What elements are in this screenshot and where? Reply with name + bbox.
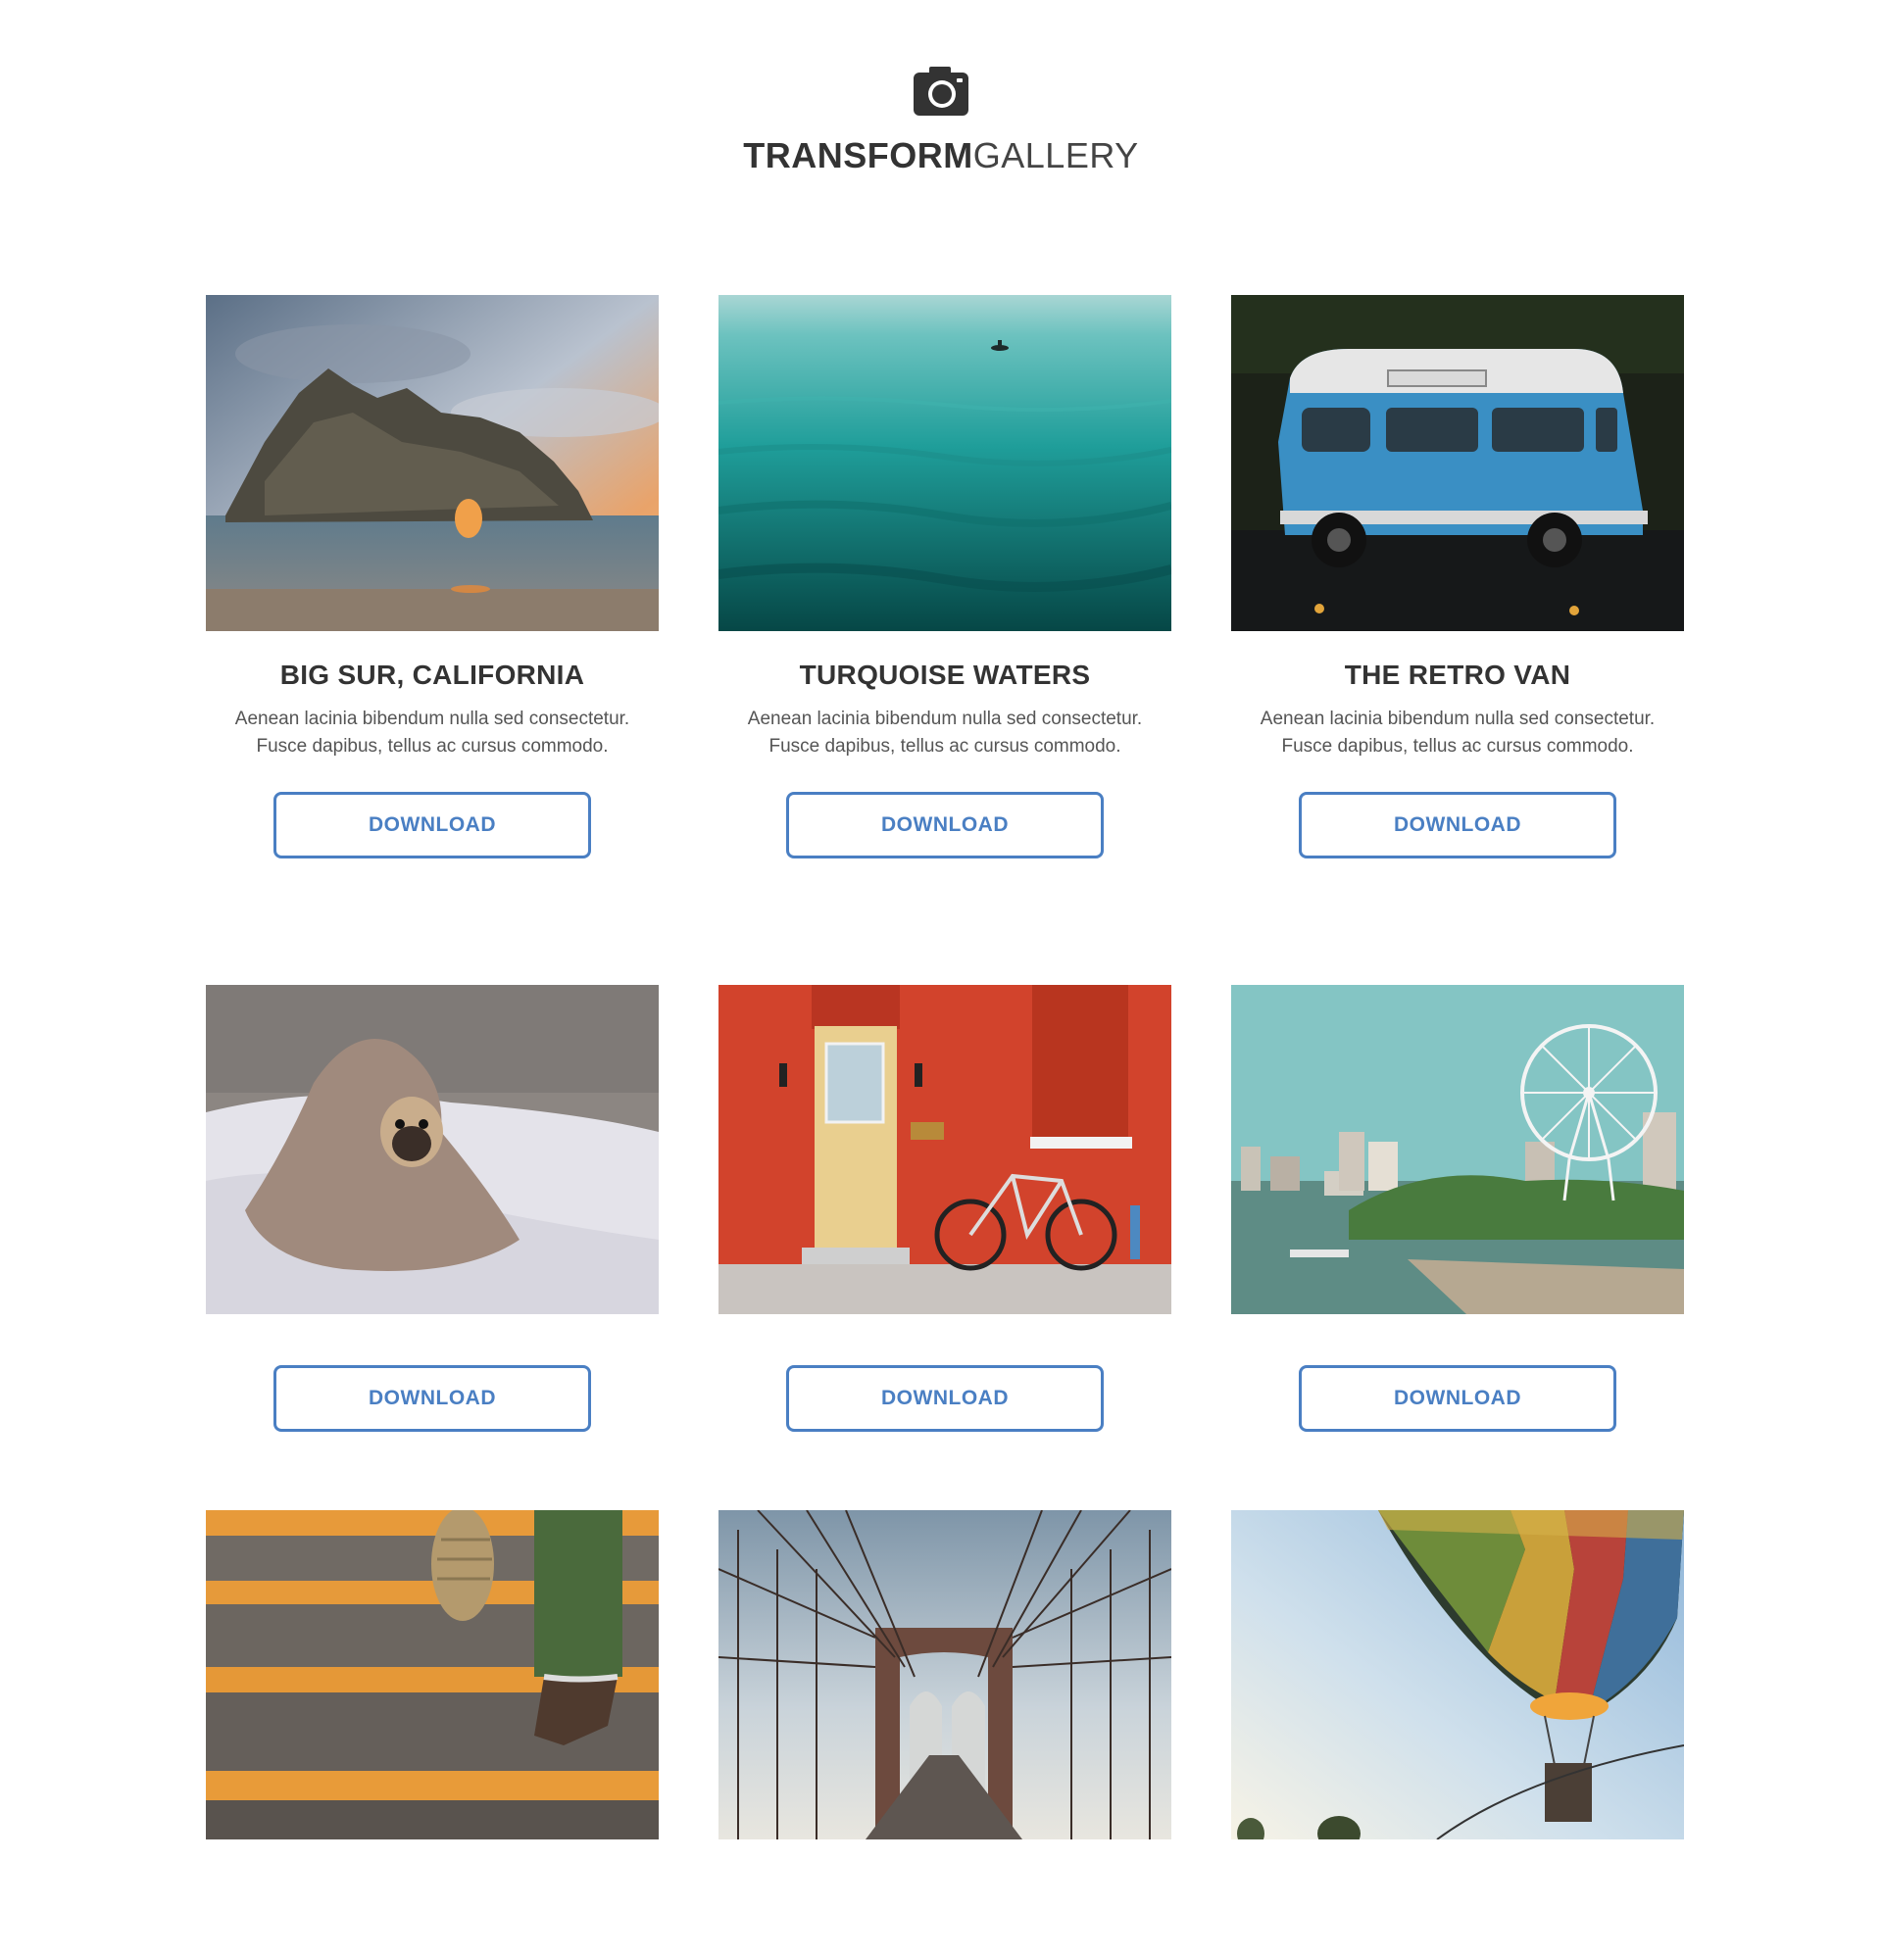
- photo-red-wall-bicycle: [718, 985, 1171, 1321]
- gallery-card: DOWNLOAD: [206, 985, 659, 1432]
- download-button[interactable]: DOWNLOAD: [786, 792, 1104, 858]
- site-header: TRANSFORMGALLERY: [0, 63, 1882, 178]
- card-description: Aenean lacinia bibendum nulla sed consec…: [1260, 709, 1656, 757]
- site-logo-text[interactable]: TRANSFORMGALLERY: [0, 133, 1882, 178]
- card-title: BIG SUR, CALIFORNIA: [279, 660, 585, 690]
- gallery-card: [718, 1510, 1171, 1846]
- gallery-card: DOWNLOAD: [718, 985, 1171, 1432]
- gallery-card: TURQUOISE WATERS Aenean lacinia bibendum…: [718, 295, 1171, 858]
- gallery-card: DOWNLOAD: [1231, 985, 1684, 1432]
- photo-hot-air-balloon: [1231, 1510, 1684, 1846]
- card-description: Aenean lacinia bibendum nulla sed consec…: [234, 709, 630, 757]
- photo-city-ferris-wheel: [1231, 985, 1684, 1321]
- gallery-card: [206, 1510, 659, 1846]
- gallery-card: THE RETRO VAN Aenean lacinia bibendum nu…: [1231, 295, 1684, 858]
- photo-stairs-sneakers: [206, 1510, 659, 1846]
- download-button[interactable]: DOWNLOAD: [273, 792, 591, 858]
- download-button[interactable]: DOWNLOAD: [786, 1365, 1104, 1432]
- gallery-card: BIG SUR, CALIFORNIA Aenean lacinia biben…: [206, 295, 659, 858]
- download-button[interactable]: DOWNLOAD: [1299, 792, 1616, 858]
- card-description: Aenean lacinia bibendum nulla sed consec…: [747, 709, 1143, 757]
- photo-turquoise-waters: [718, 295, 1171, 631]
- photo-pug-blanket: [206, 985, 659, 1321]
- card-title: THE RETRO VAN: [1344, 660, 1571, 690]
- download-button[interactable]: DOWNLOAD: [273, 1365, 591, 1432]
- card-title: TURQUOISE WATERS: [799, 660, 1091, 690]
- logo-light: GALLERY: [972, 135, 1139, 175]
- download-button[interactable]: DOWNLOAD: [1299, 1365, 1616, 1432]
- photo-brooklyn-bridge: [718, 1510, 1171, 1846]
- logo-bold: TRANSFORM: [743, 135, 973, 175]
- photo-retro-van: [1231, 295, 1684, 631]
- gallery-card: [1231, 1510, 1684, 1846]
- photo-big-sur: [206, 295, 659, 631]
- camera-icon: [914, 67, 968, 116]
